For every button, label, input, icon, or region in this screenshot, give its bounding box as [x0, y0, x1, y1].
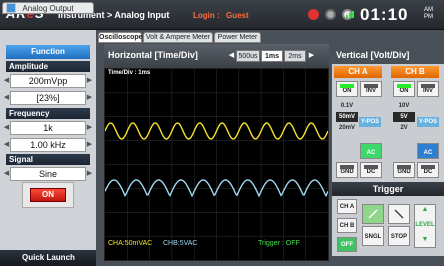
- login-label[interactable]: Login :: [193, 11, 220, 20]
- level-down-icon[interactable]: ▼: [414, 236, 436, 243]
- amplitude-increase-icon[interactable]: ▶: [86, 74, 93, 88]
- clock: 01:10: [360, 5, 409, 24]
- trigger-off-button[interactable]: OFF: [337, 237, 357, 252]
- time-div-500us[interactable]: 500us: [236, 50, 260, 62]
- quick-launch-button[interactable]: Quick Launch: [0, 250, 96, 266]
- channel-a-on-button[interactable]: ON: [336, 81, 358, 97]
- amplitude-percent[interactable]: [23%]: [10, 91, 86, 105]
- trigger-cha-button[interactable]: CH A: [337, 199, 357, 214]
- am-pm-indicator: AM PM: [424, 7, 433, 20]
- amplitude-decrease-icon[interactable]: ◀: [3, 74, 10, 88]
- channel-b-inv-button[interactable]: INV: [417, 81, 439, 97]
- settings-icon[interactable]: [325, 9, 336, 20]
- channel-a-header: CH A: [334, 66, 382, 78]
- channel-a-volt-selected[interactable]: 50mV: [336, 112, 358, 122]
- channel-a-inv-button[interactable]: INV: [360, 81, 382, 97]
- trigger-chb-button[interactable]: CH B: [337, 218, 357, 233]
- channel-a-ypos[interactable]: Y-POS: [359, 117, 381, 127]
- amplitude-label: Amplitude: [6, 61, 90, 72]
- channel-b-volt-0[interactable]: 10V: [393, 101, 415, 111]
- channel-a-dc-button[interactable]: DC: [360, 162, 382, 178]
- channel-b-gnd-button[interactable]: GND: [393, 162, 415, 178]
- time-div-increase-icon[interactable]: ▶: [308, 49, 315, 63]
- signal-next-icon[interactable]: ▶: [86, 167, 93, 181]
- channel-a-ac-button[interactable]: AC: [360, 143, 382, 159]
- tab-oscilloscope[interactable]: Oscilloscope: [98, 32, 143, 43]
- channel-a-volt-2[interactable]: 20mV: [336, 123, 358, 133]
- channel-b-dc-button[interactable]: DC: [417, 162, 439, 178]
- trigger-rising-edge-icon[interactable]: [362, 204, 384, 224]
- amplitude-percent-decrease-icon[interactable]: ◀: [3, 91, 10, 105]
- frequency-decrease-icon[interactable]: ◀: [3, 121, 10, 135]
- time-div-decrease-icon[interactable]: ◀: [228, 49, 235, 63]
- channel-a-gnd-button[interactable]: GND: [336, 162, 358, 178]
- vertical-title: Vertical [Volt/Div]: [336, 50, 410, 60]
- trigger-status: Trigger : OFF: [258, 240, 300, 247]
- channel-a-volt-0[interactable]: 0.1V: [336, 101, 358, 111]
- signal-value[interactable]: Sine: [10, 167, 86, 181]
- channel-b-on-button[interactable]: ON: [393, 81, 415, 97]
- time-div-1ms[interactable]: 1ms: [261, 50, 283, 62]
- time-div-2ms[interactable]: 2ms: [284, 50, 306, 62]
- channel-b-volt-2[interactable]: 2V: [393, 123, 415, 133]
- channel-b-ac-button[interactable]: AC: [417, 143, 439, 159]
- tab-power-meter[interactable]: Power Meter: [214, 32, 261, 43]
- trigger-single-button[interactable]: SNGL: [362, 226, 384, 246]
- level-up-icon[interactable]: ▲: [414, 206, 436, 213]
- output-on-button[interactable]: ON: [30, 188, 66, 202]
- frequency-unit-value[interactable]: 1.00 kHz: [10, 138, 86, 152]
- channel-a-reading: CHA:50mVAC: [108, 240, 153, 247]
- amplitude-percent-increase-icon[interactable]: ▶: [86, 91, 93, 105]
- trigger-stop-button[interactable]: STOP: [388, 226, 410, 246]
- horizontal-title: Horizontal [Time/Div]: [108, 50, 198, 60]
- frequency-value[interactable]: 1k: [10, 121, 86, 135]
- signal-label: Signal: [6, 154, 90, 165]
- trigger-header: Trigger: [332, 182, 444, 196]
- channel-b-header: CH B: [391, 66, 439, 78]
- wifi-icon: [346, 10, 356, 18]
- record-icon[interactable]: [308, 9, 319, 20]
- time-div-readout: Time/Div : 1ms: [108, 70, 151, 76]
- waveform-display: [104, 69, 329, 260]
- frequency-label: Frequency: [6, 108, 90, 119]
- frequency-unit-decrease-icon[interactable]: ◀: [3, 138, 10, 152]
- signal-prev-icon[interactable]: ◀: [3, 167, 10, 181]
- channel-b-ypos[interactable]: Y-POS: [417, 117, 439, 127]
- oscilloscope-screen: [104, 68, 329, 261]
- function-button[interactable]: Function: [6, 45, 90, 59]
- frequency-increase-icon[interactable]: ▶: [86, 121, 93, 135]
- channel-b-volt-selected[interactable]: 5V: [393, 112, 415, 122]
- level-label: LEVEL: [415, 222, 435, 228]
- amplitude-value[interactable]: 200mVpp: [10, 74, 86, 88]
- user-label: Guest: [226, 11, 249, 20]
- quick-launch-icon: [6, 3, 16, 13]
- channel-b-reading: CHB:5VAC: [163, 240, 198, 247]
- frequency-unit-increase-icon[interactable]: ▶: [86, 138, 93, 152]
- trigger-falling-edge-icon[interactable]: [388, 204, 410, 224]
- tab-volt-ampere-meter[interactable]: Volt & Ampere Meter: [143, 32, 213, 43]
